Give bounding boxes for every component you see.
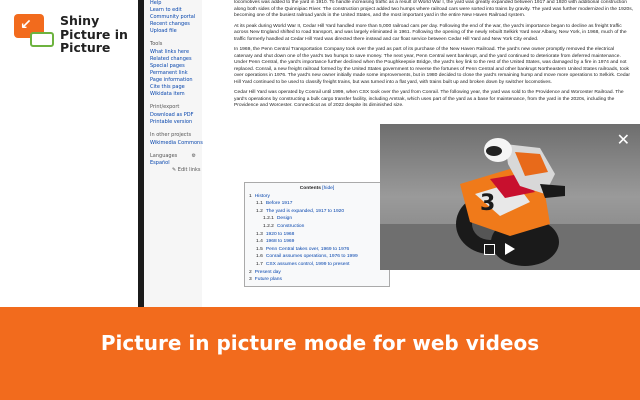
banner-headline: Picture in picture mode for web videos <box>100 331 540 355</box>
logo-line-1: Shiny <box>60 13 100 28</box>
app-logo: ↙ Shiny Picture in Picture <box>14 14 128 55</box>
toc-item[interactable]: 1.3 1920 to 1968 <box>249 231 385 239</box>
sidebar-tools: Tools What links here Related changes Spec… <box>144 41 202 98</box>
sidebar-nav-link[interactable]: Upload file <box>150 28 202 35</box>
pip-logo-icon: ↙ <box>14 14 56 50</box>
print-heading: Print/export <box>150 104 180 110</box>
sidebar-print: Print/export Download as PDF Printable ve… <box>144 104 202 126</box>
article-paragraph: locomotives was added to the yard in 191… <box>234 0 634 18</box>
sidebar-print-link[interactable]: Download as PDF <box>150 112 202 119</box>
sidebar-nav-link[interactable]: Help <box>150 0 202 7</box>
sidebar-languages: Languages ⚙ Español ✎ Edit links <box>144 153 202 174</box>
sidebar-nav-link[interactable]: Recent changes <box>150 21 202 28</box>
toc-item[interactable]: 1 History <box>249 193 385 201</box>
sidebar-projects: In other projects Wikimedia Commons <box>144 132 203 147</box>
pip-controls <box>484 243 515 255</box>
toc-item[interactable]: 1.5 Penn Central takes over, 1969 to 1976 <box>249 246 385 254</box>
toc-item[interactable]: 1.2 The yard is expanded, 1917 to 1920 <box>249 208 385 216</box>
toc-hide-link[interactable]: [hide] <box>322 186 334 191</box>
play-icon[interactable] <box>505 243 515 255</box>
tools-heading: Tools <box>150 41 163 47</box>
toc-title: Contents <box>299 186 321 191</box>
toc-item[interactable]: 1.7 CSX assumes control, 1999 to present <box>249 261 385 269</box>
pencil-icon: ✎ <box>172 167 177 173</box>
toc-item[interactable]: 2 Present day <box>249 269 385 277</box>
sidebar-print-link[interactable]: Printable version <box>150 119 202 126</box>
logo-line-3: Picture <box>60 40 111 55</box>
toc-item[interactable]: 1.2.1 Design <box>249 215 385 223</box>
sidebar-nav-link[interactable]: Community portal <box>150 14 202 21</box>
projects-heading: In other projects <box>150 132 192 138</box>
edit-links[interactable]: ✎ Edit links <box>150 167 202 174</box>
toc-item[interactable]: 1.4 1968 to 1969 <box>249 238 385 246</box>
sidebar-nav-link[interactable]: Learn to edit <box>150 7 202 14</box>
sidebar-nav: Help Learn to edit Community portal Recent … <box>144 0 202 35</box>
sidebar-tools-link[interactable]: What links here <box>150 49 202 56</box>
sidebar-tools-link[interactable]: Cite this page <box>150 84 202 91</box>
wiki-sidebar: Help Learn to edit Community portal Recent … <box>144 0 203 316</box>
close-icon[interactable]: ✕ <box>617 130 630 149</box>
logo-text: Shiny Picture in Picture <box>60 14 128 55</box>
toc-item[interactable]: 1.1 Before 1917 <box>249 200 385 208</box>
article-paragraph: In 1969, the Penn Central Transportation… <box>234 47 630 85</box>
toc-item[interactable]: 1.2.2 Construction <box>249 223 385 231</box>
sidebar-tools-link[interactable]: Permanent link <box>150 70 202 77</box>
toc-item[interactable]: 3 Future plans <box>249 276 385 284</box>
sidebar-tools-link[interactable]: Related changes <box>150 56 202 63</box>
article-paragraph: At its peak during World War II, Cedar H… <box>234 23 627 42</box>
sidebar-tools-link[interactable]: Wikidata item <box>150 91 202 98</box>
article-paragraph: Cedar Hill Yard was operated by Conrail … <box>234 90 624 108</box>
expand-icon[interactable] <box>484 243 495 255</box>
languages-heading: Languages <box>150 153 178 159</box>
toc-item[interactable]: 1.6 Conrail assumes operations, 1976 to 1… <box>249 253 385 261</box>
logo-line-2: Picture in <box>60 26 128 42</box>
sidebar-language-link[interactable]: Español <box>150 160 202 167</box>
table-of-contents: Contents [hide] 1 History 1.1 Before 1917 1.… <box>244 182 390 287</box>
sidebar-tools-link[interactable]: Special pages <box>150 63 202 70</box>
pip-video-window[interactable]: 3 ✕ <box>380 124 640 270</box>
bike-number: 3 <box>480 191 495 216</box>
gear-icon[interactable]: ⚙ <box>192 153 196 160</box>
sidebar-project-link[interactable]: Wikimedia Commons <box>150 140 203 147</box>
article-content: locomotives was added to the yard in 191… <box>234 0 634 114</box>
sidebar-tools-link[interactable]: Page information <box>150 77 202 84</box>
